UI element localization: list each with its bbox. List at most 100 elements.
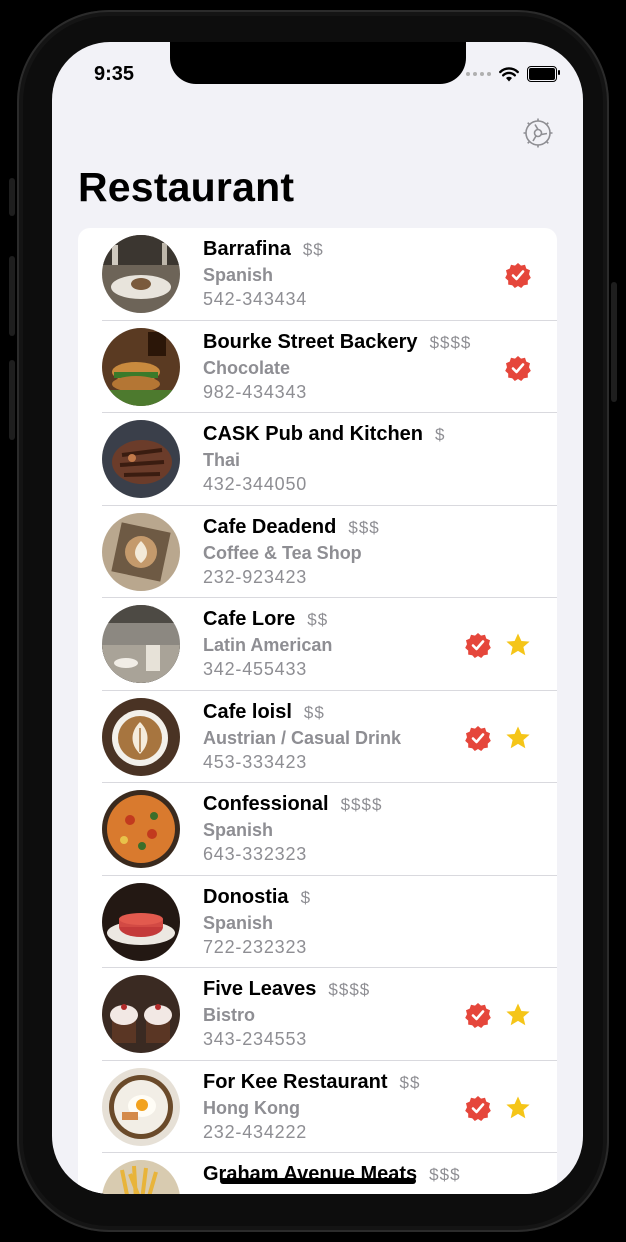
favorite-star-icon [506,726,530,748]
status-badges [465,1002,531,1028]
home-indicator[interactable] [220,1178,416,1184]
restaurant-photo [102,790,180,868]
restaurant-phone: 232-434222 [203,1121,308,1142]
power-button [611,282,617,402]
restaurant-row[interactable]: Barrafina $$ Spanish 542-343434 [78,228,557,321]
notch [170,42,466,84]
restaurant-category: Latin American [203,635,333,655]
page-title: Restaurant [78,164,295,210]
price-level: $$ [399,1072,421,1092]
verified-badge-icon [465,633,491,658]
restaurant-name: Five Leaves [203,978,317,1000]
verified-badge-icon [465,1003,491,1028]
restaurant-phone: 343-234553 [203,1029,308,1049]
restaurant-info: For Kee Restaurant $$ Hong Kong 232-434222 [203,1071,420,1143]
verified-badge-icon [465,725,491,751]
favorite-star-icon [506,1003,530,1026]
restaurant-category: Hong Kong [203,1097,300,1118]
restaurant-info: CASK Pub and Kitchen $ Thai 432-344050 [203,423,445,495]
restaurant-info: Donostia $ Spanish 722-232323 [203,886,311,958]
restaurant-info: Confessional $$$$ Spanish 643-332323 [203,793,382,865]
restaurant-category: Spanish [203,912,274,933]
restaurant-row[interactable]: CASK Pub and Kitchen $ Thai 432-344050 [78,413,557,506]
restaurant-photo [102,975,180,1053]
restaurant-info: Bourke Street Backery $$$$ Chocolate 982-43… [203,331,471,403]
restaurant-category: Spanish [203,820,274,840]
restaurant-phone: 982-434343 [203,381,308,402]
price-level: $$ [303,702,325,722]
price-level: $$$ [429,1165,461,1184]
status-badges [505,262,531,288]
restaurant-row[interactable]: Donostia $ Spanish 722-232323 [78,876,557,969]
restaurant-phone: 643-332323 [203,844,308,864]
status-time: 9:35 [94,63,135,85]
restaurant-photo [102,605,180,683]
restaurant-photo [102,882,180,961]
restaurant-category: Bistro [203,1005,256,1025]
volume-up-button [9,256,15,336]
restaurant-row[interactable]: Bourke Street Backery $$$$ Chocolate 982-43… [78,321,557,414]
restaurant-row[interactable]: Graham Avenue Meats $$$ [78,1153,557,1194]
restaurant-row[interactable]: Cafe loisl $$ Austrian / Casual Drink 453-3… [78,691,557,784]
favorite-star-icon [506,1096,530,1118]
restaurant-phone: 453-333423 [203,751,308,772]
restaurant-name: Cafe Deadend [203,515,337,538]
price-level: $$$ [348,517,380,537]
restaurant-category: Thai [203,450,241,470]
restaurant-phone: 432-344050 [203,474,308,494]
verified-badge-icon [465,1095,491,1121]
status-indicators [466,66,560,82]
restaurant-row[interactable]: Five Leaves $$$$ Bistro 343-234553 [78,968,557,1061]
restaurant-photo [102,420,180,498]
status-badges [465,632,531,658]
restaurant-name: Bourke Street Backery [203,330,418,353]
price-level: $$ [302,240,324,259]
price-level: $$$$ [328,980,371,999]
battery-icon [527,66,560,82]
restaurant-row[interactable]: For Kee Restaurant $$ Hong Kong 232-434222 [78,1061,557,1154]
gear-icon [523,118,553,148]
verified-badge-icon [505,355,531,381]
price-level: $ [300,887,312,907]
restaurant-photo [102,1067,180,1146]
price-level: $ [435,425,446,444]
settings-button[interactable] [521,116,555,150]
restaurant-info: Cafe loisl $$ Austrian / Casual Drink 453-3… [203,701,401,773]
status-badges [505,355,531,381]
screen: 9:35 Restaurant Barrafina $$ Spanish 542-34… [52,42,583,1194]
restaurant-photo [102,512,180,591]
cellular-signal-icon [466,72,491,76]
restaurant-name: CASK Pub and Kitchen [203,423,424,445]
restaurant-category: Austrian / Casual Drink [203,727,402,748]
restaurant-phone: 542-343434 [203,289,308,309]
status-badges [465,1095,531,1121]
wifi-icon [499,66,519,81]
restaurant-phone: 722-232323 [203,936,308,957]
restaurant-list[interactable]: Barrafina $$ Spanish 542-343434 Bourke Stree… [78,228,557,1194]
restaurant-row[interactable]: Cafe Lore $$ Latin American 342-455433 [78,598,557,691]
restaurant-phone: 342-455433 [203,659,308,679]
restaurant-name: Confessional [203,793,329,815]
restaurant-name: Barrafina [203,238,291,260]
restaurant-row[interactable]: Confessional $$$$ Spanish 643-332323 [78,783,557,876]
restaurant-photo [102,327,180,406]
restaurant-info: Barrafina $$ Spanish 542-343434 [203,238,324,310]
restaurant-row[interactable]: Cafe Deadend $$$ Coffee & Tea Shop 232-9234… [78,506,557,599]
restaurant-name: Cafe loisl [203,700,292,723]
restaurant-name: For Kee Restaurant [203,1070,388,1093]
restaurant-photo [102,235,180,313]
verified-badge-icon [505,263,531,288]
restaurant-photo [102,1160,180,1194]
restaurant-category: Spanish [203,265,274,285]
restaurant-name: Donostia [203,885,289,908]
volume-down-button [9,360,15,440]
restaurant-info: Cafe Lore $$ Latin American 342-455433 [203,608,332,680]
restaurant-category: Coffee & Tea Shop [203,542,362,563]
price-level: $$$$ [429,332,472,352]
restaurant-info: Graham Avenue Meats $$$ [203,1163,461,1190]
restaurant-phone: 232-923423 [203,566,308,587]
favorite-star-icon [506,633,530,656]
price-level: $$$$ [340,795,383,814]
restaurant-name: Cafe Lore [203,608,296,630]
restaurant-info: Cafe Deadend $$$ Coffee & Tea Shop 232-9234… [203,516,380,588]
